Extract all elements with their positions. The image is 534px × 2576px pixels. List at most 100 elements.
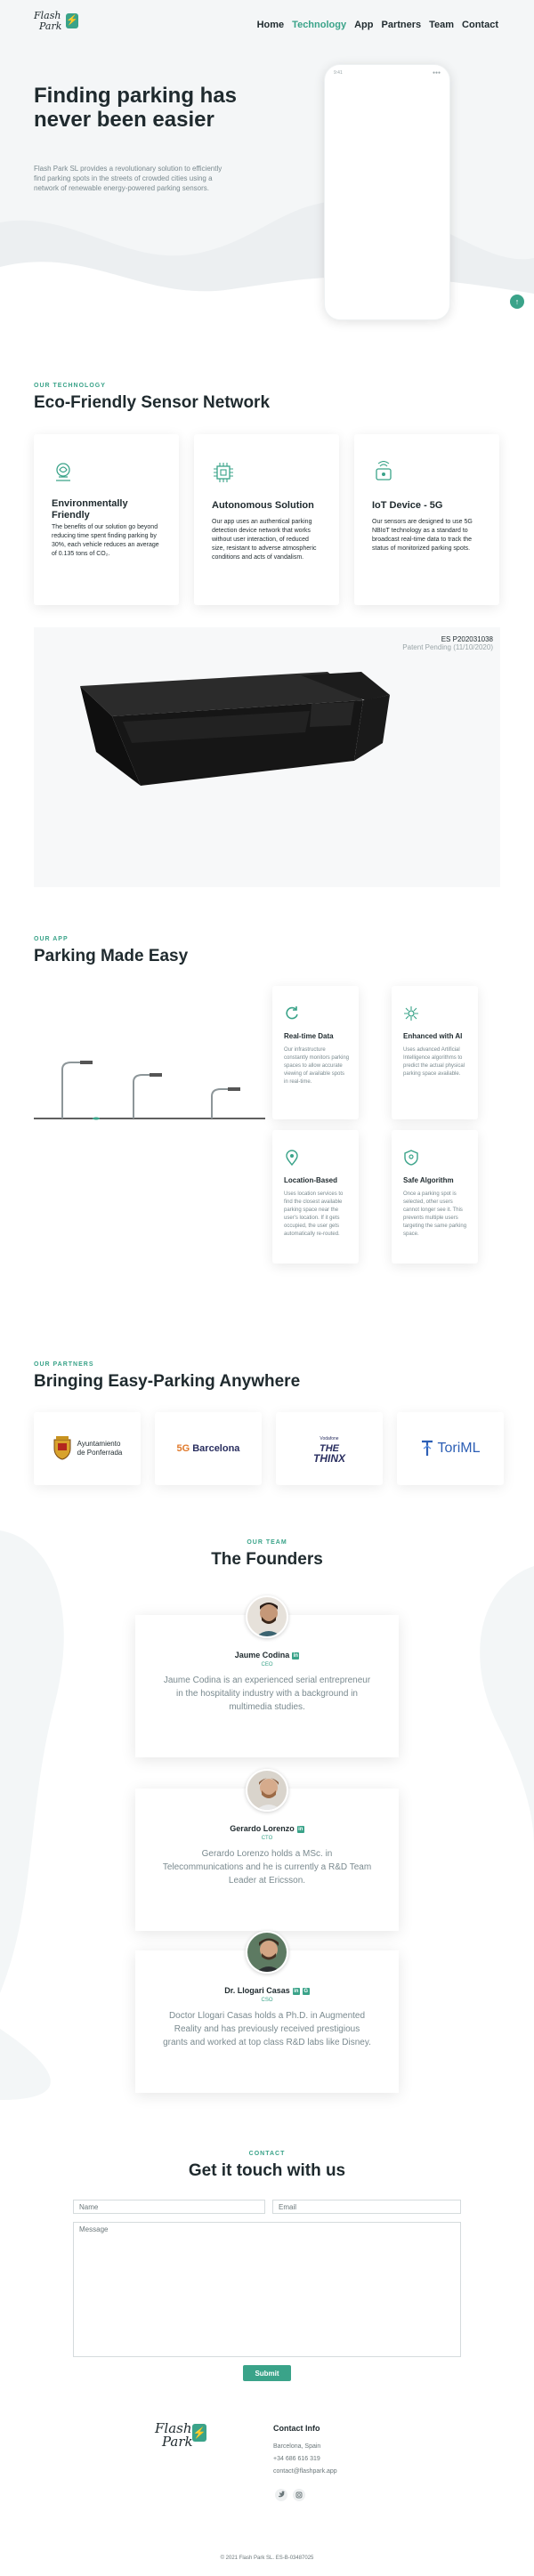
feature-title: Safe Algorithm [403, 1176, 454, 1184]
tech-card-autonomous: Autonomous Solution Our app uses an auth… [194, 434, 339, 605]
phone-signal: ●●● [432, 70, 441, 76]
tech-card-title: IoT Device - 5G [372, 500, 443, 511]
feature-text: Our infrastructure constantly monitors p… [284, 1047, 350, 1085]
team-kicker: OUR TEAM [247, 1539, 287, 1546]
eco-sensor-icon [56, 463, 70, 481]
toriml-mark-icon [422, 1440, 433, 1456]
feature-text: Once a parking spot is selected, other u… [403, 1191, 467, 1237]
avatar [246, 1595, 288, 1638]
street-lamps-illustration [34, 1061, 265, 1120]
name-input[interactable] [73, 2200, 265, 2214]
contact-kicker: CONTACT [248, 2151, 286, 2157]
app-title: Parking Made Easy [34, 947, 189, 965]
avatar [246, 1931, 288, 1974]
technology-title: Eco-Friendly Sensor Network [34, 393, 271, 412]
footer-email[interactable]: contact@flashpark.app [273, 2468, 337, 2475]
patent-status: Patent Pending (11/10/2020) [402, 643, 493, 651]
email-input[interactable] [272, 2200, 461, 2214]
tech-card-text: The benefits of our solution go beyond r… [52, 524, 159, 557]
technology-kicker: OUR TECHNOLOGY [34, 383, 106, 389]
partner-name: Barcelona [192, 1443, 240, 1454]
feature-title: Real-time Data [284, 1032, 334, 1040]
nav-link-partners[interactable]: Partners [381, 20, 421, 30]
partner-prefix: 5G [176, 1443, 190, 1454]
twitter-icon[interactable] [275, 2489, 287, 2501]
scroll-up-button[interactable]: ↑ [510, 295, 524, 309]
feature-text: Uses advanced Artificial Intelligence al… [403, 1047, 465, 1077]
linkedin-icon[interactable]: in [296, 1825, 304, 1833]
partners-title: Bringing Easy-Parking Anywhere [34, 1372, 301, 1391]
partner-name: ToriML [437, 1441, 481, 1456]
message-textarea[interactable] [73, 2222, 461, 2357]
founder-role: CEO [261, 1662, 273, 1668]
founder-role: CTO [261, 1836, 273, 1841]
founder-bio: Doctor Llogari Casas holds a Ph.D. in Au… [163, 2011, 371, 2047]
tech-card-iot: IoT Device - 5G Our sensors are designed… [354, 434, 499, 605]
team-title: The Founders [211, 1550, 323, 1569]
phone-mockup: 9:41 ●●● [324, 64, 450, 320]
brand-logo[interactable]: Flash Park ⚡ [34, 11, 85, 41]
partner-name: THINX [313, 1451, 345, 1465]
top-navigation: Flash Park ⚡ Home Technology App Partner… [0, 0, 534, 52]
partner-logo-toriml[interactable]: ToriML [397, 1412, 504, 1485]
instagram-icon[interactable] [293, 2489, 305, 2501]
tech-card-title: Autonomous Solution [212, 500, 314, 511]
scholar-icon[interactable]: G [302, 1987, 310, 1995]
location-pin-icon [286, 1150, 298, 1166]
footer-logo[interactable]: Flash Park ⚡ [155, 2422, 217, 2458]
partner-logo-5g-barcelona[interactable]: 5G Barcelona [155, 1412, 262, 1485]
nav-links: Home Technology App Partners Team Contac… [257, 20, 498, 30]
partner-prefix: Vodafone [320, 1435, 339, 1441]
founder-name: Dr. Llogari Casas in G [224, 1986, 310, 1995]
footer-city: Barcelona, Spain [273, 2443, 321, 2450]
partners-kicker: OUR PARTNERS [34, 1361, 94, 1368]
sensor-product-image: ES P202031038 Patent Pending (11/10/2020… [34, 627, 500, 887]
footer-contact-title: Contact Info [273, 2424, 320, 2433]
founder-role: CSO [261, 1998, 273, 2003]
feature-card-realtime: Real-time Data Our infrastructure consta… [272, 986, 359, 1119]
hero-title: Finding parking has never been easier [34, 84, 238, 132]
nav-link-contact[interactable]: Contact [462, 20, 498, 30]
coat-of-arms-icon [53, 1436, 71, 1460]
ai-icon [404, 1006, 418, 1021]
linkedin-icon[interactable]: in [292, 1651, 300, 1659]
phone-status-bar: 9:41 ●●● [334, 70, 441, 76]
submit-button[interactable]: Submit [243, 2365, 291, 2381]
founder-card-gerardo: Gerardo Lorenzo in CTO Gerardo Lorenzo ho… [135, 1769, 399, 1931]
founder-bio: Gerardo Lorenzo holds a MSc. in Telecomm… [162, 1849, 372, 1886]
feature-title: Enhanced with AI [403, 1032, 463, 1040]
feature-card-ai: Enhanced with AI Uses advanced Artificia… [392, 986, 478, 1119]
feature-text: Uses location services to find the close… [284, 1191, 344, 1237]
tech-card-text: Our sensors are designed to use 5G NBIoT… [372, 519, 473, 552]
feature-card-safe: Safe Algorithm Once a parking spot is se… [392, 1130, 478, 1264]
nav-link-home[interactable]: Home [257, 20, 285, 30]
founder-bio: Jaume Codina is an experienced serial en… [163, 1676, 371, 1712]
partner-logo-the-thinx[interactable]: Vodafone THE THINX [276, 1412, 383, 1485]
nav-link-app[interactable]: App [354, 20, 373, 30]
nav-link-team[interactable]: Team [429, 20, 454, 30]
partner-logo-ponferrada[interactable]: Ayuntamiento de Ponferrada [34, 1412, 141, 1485]
footer-logo-wordmark: Flash Park [155, 2420, 193, 2450]
founder-card-llogari: Dr. Llogari Casas in G CSO Doctor Llogari … [135, 1931, 399, 2093]
feature-title: Location-Based [284, 1176, 338, 1184]
tech-card-title: Environmentally Friendly [52, 498, 128, 521]
lightning-bolt-icon: ⚡ [66, 13, 78, 28]
linkedin-icon[interactable]: in [292, 1987, 300, 1995]
contact-title: Get it touch with us [188, 2161, 346, 2180]
copyright: © 2021 Flash Park SL. ES-B-03487025 [220, 2556, 314, 2561]
iot-device-icon [376, 461, 392, 480]
avatar [246, 1769, 288, 1812]
phone-time: 9:41 [334, 70, 343, 76]
founder-card-jaume: Jaume Codina in CEO Jaume Codina is an ex… [135, 1595, 399, 1757]
partner-name: Ayuntamiento [77, 1440, 121, 1448]
tech-card-environment: Environmentally Friendly The benefits of… [34, 434, 179, 605]
patent-number: ES P202031038 [441, 635, 493, 643]
founder-name: Jaume Codina in [234, 1651, 300, 1659]
footer-phone[interactable]: +34 686 616 319 [273, 2456, 320, 2462]
nav-link-technology[interactable]: Technology [292, 20, 346, 30]
patent-info: ES P202031038 Patent Pending (11/10/2020… [402, 635, 493, 651]
tech-card-text: Our app uses an authentical parking dete… [212, 519, 317, 561]
chip-icon [214, 463, 233, 482]
lightning-bolt-icon: ⚡ [192, 2424, 206, 2442]
feature-card-location: Location-Based Uses location services to… [272, 1130, 359, 1264]
